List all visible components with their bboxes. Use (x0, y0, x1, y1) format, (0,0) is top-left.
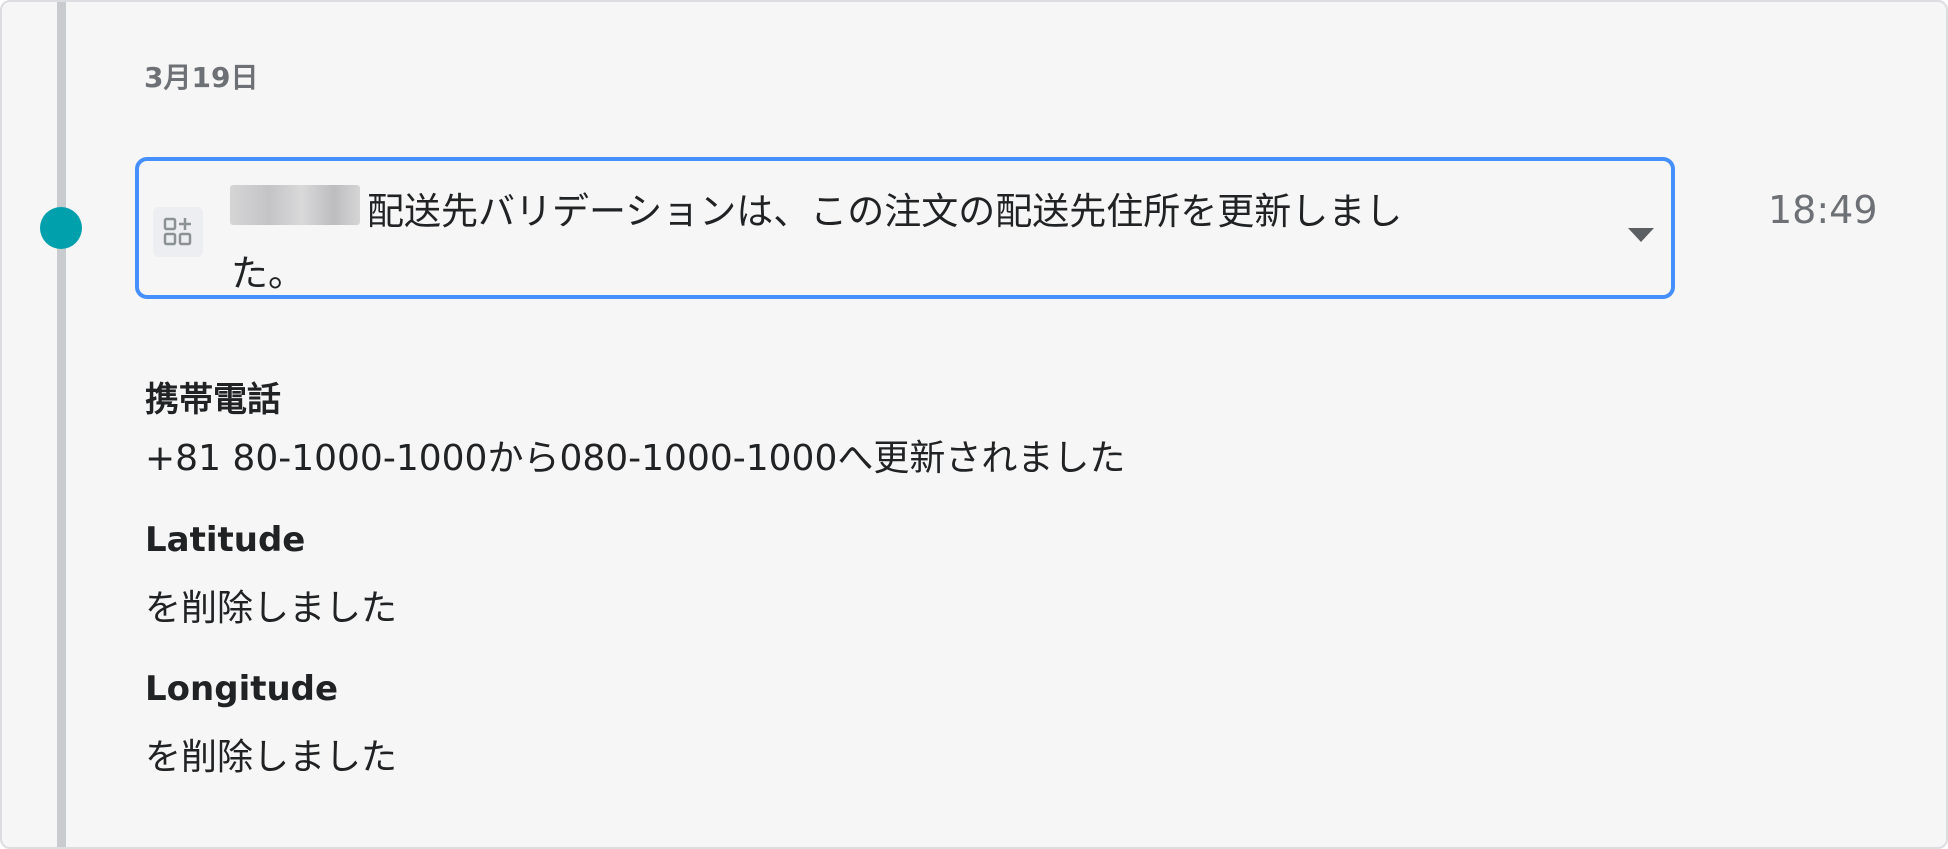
detail-value-phone: +81 80-1000-1000から080-1000-1000へ更新されました (145, 438, 1126, 479)
app-add-icon (153, 207, 203, 257)
detail-label-latitude: Latitude (145, 520, 306, 560)
date-heading: 3月19日 (144, 61, 259, 94)
timeline-line (57, 2, 66, 847)
timeline-panel: 3月19日 配送先バリデーションは、この注文の配送先住所を更新しました。 18:… (0, 0, 1948, 849)
caret-down-icon[interactable] (1628, 228, 1654, 242)
detail-value-latitude: を削除しました (145, 588, 398, 629)
event-time: 18:49 (1768, 188, 1878, 232)
timeline-dot (40, 207, 82, 249)
detail-value-longitude: を削除しました (145, 737, 398, 778)
detail-label-phone: 携帯電話 (145, 380, 281, 420)
detail-label-longitude: Longitude (145, 669, 339, 709)
timeline-event-card[interactable]: 配送先バリデーションは、この注文の配送先住所を更新しました。 (135, 157, 1675, 299)
event-message: 配送先バリデーションは、この注文の配送先住所を更新しました。 (231, 190, 1403, 295)
